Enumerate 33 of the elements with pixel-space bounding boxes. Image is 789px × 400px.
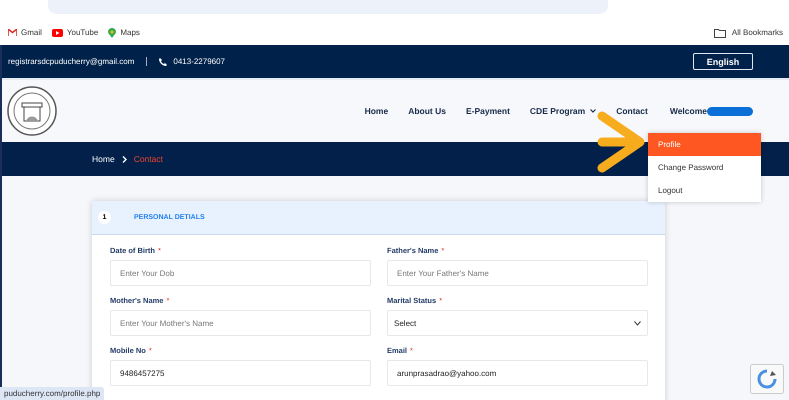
input-field[interactable]: Enter Your Dob [110,260,371,286]
bookmark-link[interactable]: All Bookmarks [732,28,783,37]
mail-icon [8,29,17,36]
phone-text: 0413-2279607 [173,57,225,66]
redaction-bar [707,106,753,116]
nav-link[interactable]: CDE Program [530,106,596,116]
chevron-icon [122,156,127,162]
email-text: registrarsdcpuducherry@gmail.com [8,57,134,66]
map-pin-icon [108,28,116,38]
language-button[interactable]: English [693,53,753,70]
menu-item[interactable]: Change Password [648,156,761,179]
status-url: puducherry.com/profile.php [0,387,104,400]
phone-icon [159,58,168,66]
folder-icon [714,28,726,38]
input-field[interactable]: 9486457275 [110,360,371,386]
menu-item[interactable]: Logout [648,179,761,202]
select-field[interactable]: Select [387,310,648,336]
input-field[interactable]: arunprasadrao@yahoo.com [387,360,648,386]
welcome-text: Welcome [670,106,707,116]
breadcrumb-link[interactable]: Contact [134,154,163,164]
play-icon [52,28,63,36]
input-field[interactable]: Enter Your Father's Name [387,260,648,286]
chevron-icon [634,320,641,326]
recaptcha-icon [750,364,784,394]
nav-link[interactable]: About Us [408,106,446,116]
nav-link[interactable]: Contact [616,106,648,116]
input-field[interactable]: Enter Your Mother's Name [110,310,371,336]
bookmark-link[interactable]: Gmail [21,28,42,37]
breadcrumb-link[interactable]: Home [92,154,115,164]
bookmark-link[interactable]: YouTube [66,28,98,37]
nav-link[interactable]: Home [364,106,388,116]
nav-link[interactable]: E-Payment [466,106,510,116]
bookmark-link[interactable]: Maps [120,28,140,37]
